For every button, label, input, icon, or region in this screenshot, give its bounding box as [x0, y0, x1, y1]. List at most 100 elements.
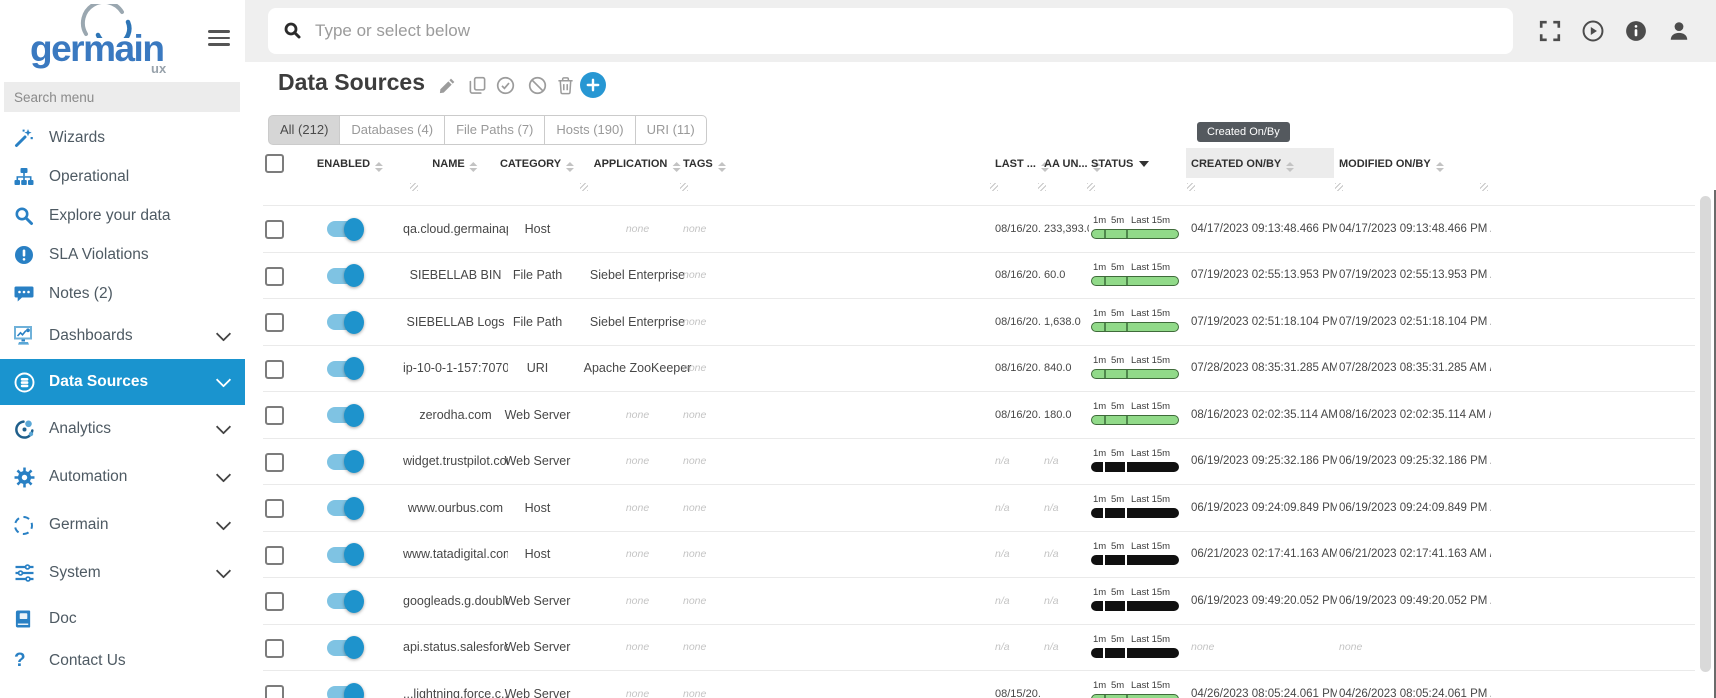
- select-all-checkbox[interactable]: [265, 154, 284, 173]
- enabled-toggle[interactable]: [327, 221, 361, 237]
- column-resize-grip[interactable]: [680, 183, 688, 191]
- cell-modified-on-by: 04/26/2023 08:05:24.061 PM / ...: [1339, 688, 1491, 698]
- row-checkbox[interactable]: [265, 546, 284, 565]
- status-label-5m: 5m: [1111, 308, 1124, 319]
- status-label-5m: 5m: [1111, 215, 1124, 226]
- column-header-name[interactable]: NAME: [432, 158, 477, 172]
- column-resize-grip[interactable]: [1038, 183, 1046, 191]
- cell-aa-units: n/a: [1044, 641, 1089, 653]
- column-header-tags[interactable]: TAGS: [683, 158, 726, 172]
- row-checkbox[interactable]: [265, 639, 284, 658]
- row-checkbox[interactable]: [265, 685, 284, 698]
- sidebar-item-explore-your-data[interactable]: Explore your data: [0, 196, 245, 235]
- tab-uri[interactable]: URI (11): [635, 115, 707, 145]
- column-header-last[interactable]: LAST ...: [995, 158, 1049, 172]
- row-checkbox[interactable]: [265, 499, 284, 518]
- row-checkbox[interactable]: [265, 360, 284, 379]
- row-checkbox[interactable]: [265, 313, 284, 332]
- sidebar-item-germain[interactable]: Germain: [0, 501, 245, 549]
- enabled-toggle[interactable]: [327, 686, 361, 698]
- table-row: www.tatadigital.com Host none none n/a n…: [263, 532, 1695, 579]
- vertical-scrollbar[interactable]: [1700, 196, 1711, 672]
- status-label-last-15m: Last 15m: [1131, 308, 1170, 319]
- cell-created-on-by: 07/28/2023 08:35:31.285 AM / ...: [1191, 362, 1337, 374]
- column-resize-grip[interactable]: [580, 183, 588, 191]
- cell-tags: none: [683, 269, 793, 281]
- sidebar-item-system[interactable]: System: [0, 549, 245, 597]
- column-resize-grip[interactable]: [1335, 183, 1343, 191]
- column-resize-grip[interactable]: [1187, 183, 1195, 191]
- analytics-nodes-icon: [14, 418, 40, 440]
- enabled-toggle[interactable]: [327, 407, 361, 423]
- cell-modified-on-by: 06/19/2023 09:49:20.052 PM / ...: [1339, 595, 1491, 607]
- global-search: [268, 8, 1513, 54]
- sidebar-item-data-sources[interactable]: Data Sources: [0, 359, 245, 405]
- row-checkbox[interactable]: [265, 406, 284, 425]
- column-resize-grip[interactable]: [410, 183, 418, 191]
- sidebar-item-dashboards[interactable]: Dashboards: [0, 313, 245, 359]
- column-resize-grip[interactable]: [1480, 183, 1488, 191]
- enabled-toggle[interactable]: [327, 640, 361, 656]
- data-sources-icon: [14, 371, 40, 393]
- column-header-created-on-by[interactable]: CREATED ON/BY: [1191, 158, 1294, 172]
- cell-application: Siebel Enterprise: [575, 315, 700, 329]
- status-bar: [1091, 276, 1179, 286]
- sidebar-item-sla-violations[interactable]: SLA Violations: [0, 235, 245, 274]
- sidebar-item-operational[interactable]: Operational: [0, 157, 245, 196]
- tab-databases[interactable]: Databases (4): [339, 115, 445, 145]
- sidebar-item-analytics[interactable]: Analytics: [0, 405, 245, 453]
- cell-last: 08/16/20...: [995, 223, 1041, 235]
- sidebar-item-notes[interactable]: Notes (2): [0, 274, 245, 313]
- sidebar-item-wizards[interactable]: Wizards: [0, 118, 245, 157]
- ban-icon[interactable]: [528, 76, 547, 95]
- column-resize-grip[interactable]: [1087, 183, 1095, 191]
- play-circle-icon[interactable]: [1582, 20, 1604, 42]
- fullscreen-icon[interactable]: [1539, 20, 1561, 42]
- pencil-icon[interactable]: [438, 76, 457, 95]
- sidebar-item-label: SLA Violations: [49, 246, 149, 264]
- tab-file-paths[interactable]: File Paths (7): [444, 115, 545, 145]
- enabled-toggle[interactable]: [327, 547, 361, 563]
- column-header-enabled[interactable]: ENABLED: [317, 158, 383, 172]
- sidebar-search-input[interactable]: [4, 82, 240, 112]
- column-header-status[interactable]: STATUS: [1091, 158, 1149, 170]
- trash-icon[interactable]: [556, 76, 575, 95]
- row-checkbox[interactable]: [265, 592, 284, 611]
- enabled-toggle[interactable]: [327, 314, 361, 330]
- row-checkbox[interactable]: [265, 267, 284, 286]
- global-search-input[interactable]: [313, 20, 1513, 42]
- cell-last: 08/16/20...: [995, 362, 1041, 374]
- row-checkbox[interactable]: [265, 220, 284, 239]
- check-circle-icon[interactable]: [496, 76, 515, 95]
- row-checkbox[interactable]: [265, 453, 284, 472]
- sidebar-item-doc[interactable]: Doc: [0, 597, 245, 641]
- cell-created-on-by: 06/19/2023 09:25:32.186 PM / ...: [1191, 455, 1337, 467]
- column-header-category[interactable]: CATEGORY: [500, 158, 574, 172]
- sidebar-item-label: Data Sources: [49, 373, 148, 391]
- enabled-toggle[interactable]: [327, 593, 361, 609]
- cell-aa-units: 180.0: [1044, 409, 1089, 421]
- user-icon[interactable]: [1668, 20, 1690, 42]
- enabled-toggle[interactable]: [327, 500, 361, 516]
- add-plus-button[interactable]: [580, 72, 606, 98]
- sidebar-item-contact-us[interactable]: ? Contact Us: [0, 641, 245, 681]
- copy-icon[interactable]: [468, 76, 487, 95]
- cell-application: none: [575, 548, 700, 560]
- column-header-application[interactable]: APPLICATION: [594, 158, 681, 172]
- book-icon: [14, 608, 40, 630]
- status-bar: [1091, 462, 1179, 472]
- hamburger-menu-icon[interactable]: [208, 30, 230, 48]
- status-label-5m: 5m: [1111, 494, 1124, 505]
- enabled-toggle[interactable]: [327, 361, 361, 377]
- cell-status: 1m 5m Last 15m: [1091, 541, 1181, 565]
- sidebar-item-label: Analytics: [49, 420, 111, 438]
- sidebar-item-automation[interactable]: Automation: [0, 453, 245, 501]
- column-resize-grip[interactable]: [990, 183, 998, 191]
- enabled-toggle[interactable]: [327, 454, 361, 470]
- info-circle-icon[interactable]: [1625, 20, 1647, 42]
- column-header-modified-on-by[interactable]: MODIFIED ON/BY: [1339, 158, 1444, 172]
- tab-all[interactable]: All (212): [268, 115, 340, 145]
- tab-hosts[interactable]: Hosts (190): [544, 115, 635, 145]
- enabled-toggle[interactable]: [327, 268, 361, 284]
- cell-category: Web Server: [495, 454, 580, 468]
